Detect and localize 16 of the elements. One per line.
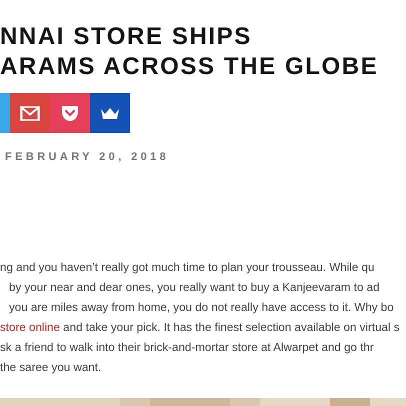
mail-icon <box>20 106 40 120</box>
article-title: ARAMS ACROSS THE GLOBE <box>0 52 378 82</box>
body-text: you are miles away from home, you do not really have access to it. Why bo <box>9 300 394 316</box>
body-text: by your near and dear ones, you really want to buy a Kanjeevaram to ad <box>9 280 380 296</box>
body-text: ng and you haven’t really got much time to plan your trousseau. While qu <box>0 260 374 276</box>
store-link[interactable]: store online <box>0 321 60 334</box>
share-button[interactable] <box>10 93 50 133</box>
body-text: the saree you want. <box>0 360 102 376</box>
post-date: FEBRUARY 20, 2018 <box>5 151 170 163</box>
pocket-icon <box>61 104 79 122</box>
share-button[interactable] <box>90 93 130 133</box>
crown-icon <box>100 106 120 120</box>
body-text: store online and take your pick. It has the finest selection available on virtual s <box>0 320 400 336</box>
article-title: NNAI STORE SHIPS <box>0 22 252 52</box>
share-button[interactable] <box>50 93 90 133</box>
body-text: sk a friend to walk into their brick-and-mortar store at Alwarpet and go thr <box>0 340 374 356</box>
